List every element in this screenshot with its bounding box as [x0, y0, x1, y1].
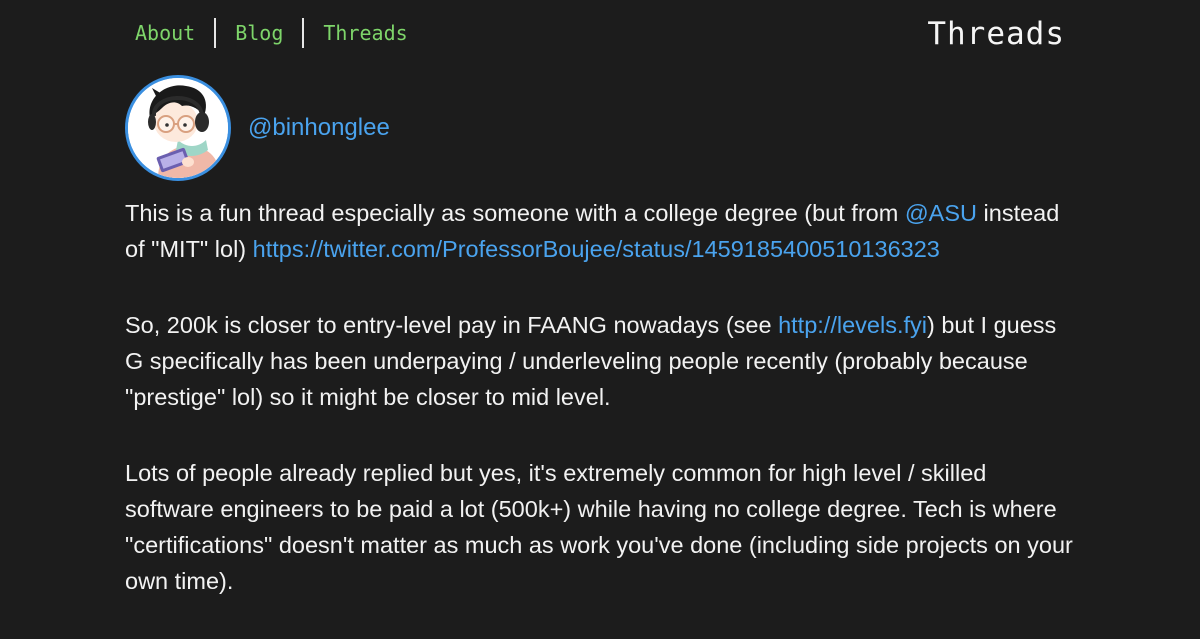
avatar-illustration [128, 78, 228, 178]
nav-threads-link[interactable]: Threads [323, 18, 407, 48]
profile-header: @binhonglee [125, 75, 390, 181]
paragraph-text: Lots of people already replied but yes, … [125, 460, 1073, 594]
mention-link[interactable]: @ASU [905, 200, 977, 226]
nav-about-link[interactable]: About [135, 18, 195, 48]
nav-divider [214, 18, 217, 48]
thread-paragraph: So, 200k is closer to entry-level pay in… [125, 307, 1080, 415]
page-title: Threads [927, 16, 1065, 52]
paragraph-text: This is a fun thread especially as someo… [125, 200, 905, 226]
nav-blog-link[interactable]: Blog [235, 18, 283, 48]
nav-divider [302, 18, 305, 48]
levels-fyi-link[interactable]: http://levels.fyi [778, 312, 927, 338]
top-bar: About Blog Threads Threads [125, 14, 1065, 54]
profile-handle-link[interactable]: @binhonglee [248, 114, 390, 142]
thread-paragraph: This is a fun thread especially as someo… [125, 195, 1080, 267]
main-nav: About Blog Threads [135, 18, 408, 48]
paragraph-text: So, 200k is closer to entry-level pay in… [125, 312, 779, 338]
thread-paragraph: Lots of people already replied but yes, … [125, 455, 1080, 599]
thread-content: This is a fun thread especially as someo… [125, 195, 1080, 639]
avatar [125, 75, 231, 181]
tweet-url-link[interactable]: https://twitter.com/ProfessorBoujee/stat… [253, 236, 940, 262]
